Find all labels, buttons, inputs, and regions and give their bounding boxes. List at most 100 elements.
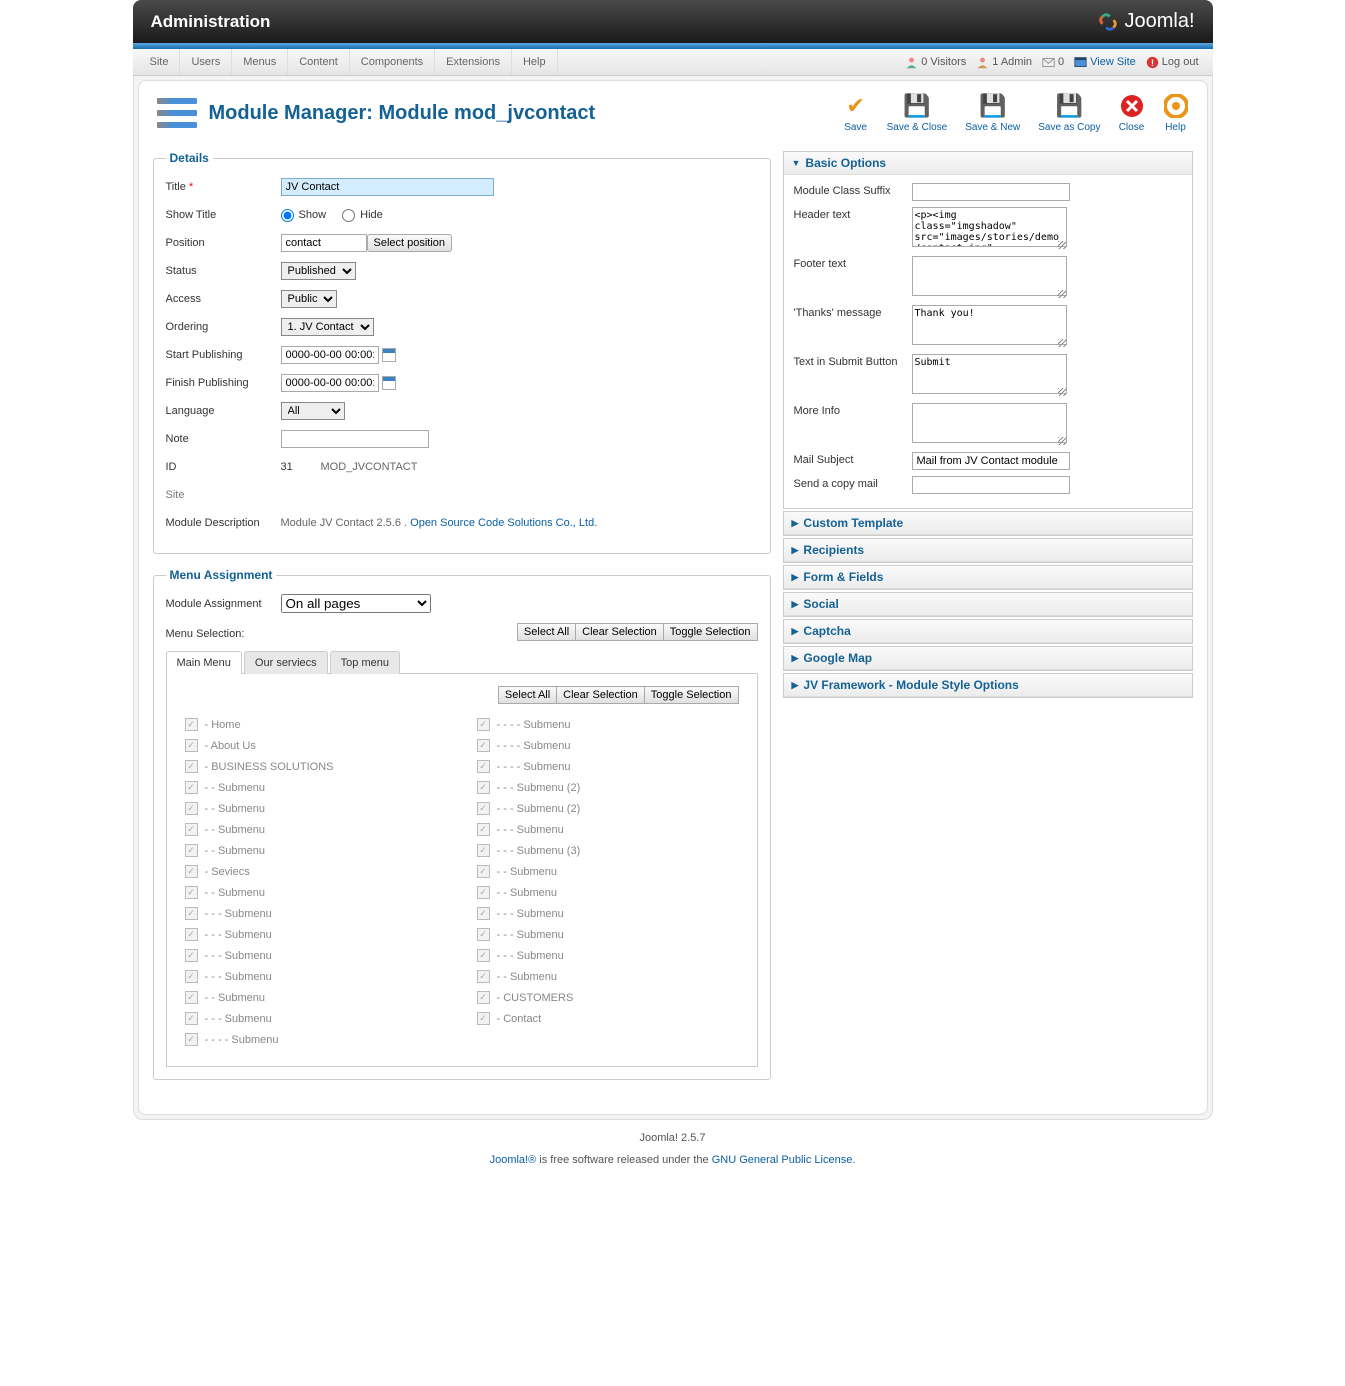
clear-selection-button[interactable]: Clear Selection: [575, 623, 664, 641]
save-new-button[interactable]: 💾Save & New: [965, 93, 1020, 133]
license-link[interactable]: GNU General Public License.: [712, 1154, 856, 1166]
show-radio[interactable]: [281, 209, 294, 222]
tab-main-menu[interactable]: Main Menu: [166, 651, 242, 674]
more-info-input[interactable]: [912, 403, 1067, 443]
checkbox-icon[interactable]: ✓: [477, 970, 490, 983]
checkbox-icon[interactable]: ✓: [477, 907, 490, 920]
checkbox-icon[interactable]: ✓: [185, 886, 198, 899]
menu-item-extensions[interactable]: Extensions: [435, 49, 512, 75]
checkbox-icon[interactable]: ✓: [477, 928, 490, 941]
calendar-icon[interactable]: [382, 376, 396, 390]
calendar-icon[interactable]: [382, 348, 396, 362]
hide-radio[interactable]: [342, 209, 355, 222]
finish-pub-input[interactable]: [281, 374, 379, 392]
checkbox-icon[interactable]: ✓: [477, 886, 490, 899]
checkbox-icon[interactable]: ✓: [477, 991, 490, 1004]
select-all-button[interactable]: Select All: [517, 623, 576, 641]
assignment-select[interactable]: On all pages: [281, 594, 431, 613]
menu-item-site[interactable]: Site: [139, 49, 181, 75]
checkbox-icon[interactable]: ✓: [185, 865, 198, 878]
toggle-selection-button-inner[interactable]: Toggle Selection: [644, 686, 739, 704]
menu-item-help[interactable]: Help: [512, 49, 558, 75]
checkbox-icon[interactable]: ✓: [185, 760, 198, 773]
panel-header[interactable]: ▶Google Map: [784, 647, 1192, 670]
clear-selection-button-inner[interactable]: Clear Selection: [556, 686, 645, 704]
panel-header[interactable]: ▶Form & Fields: [784, 566, 1192, 589]
tab-top-menu[interactable]: Top menu: [330, 651, 400, 674]
checkbox-icon[interactable]: ✓: [185, 1012, 198, 1025]
checkbox-icon[interactable]: ✓: [185, 991, 198, 1004]
thanks-input[interactable]: Thank you!: [912, 305, 1067, 345]
thanks-label: 'Thanks' message: [794, 305, 912, 348]
footer: Joomla! 2.5.7 Joomla!® is free software …: [133, 1120, 1213, 1178]
status-select[interactable]: Published: [281, 262, 356, 280]
access-select[interactable]: Public: [281, 290, 337, 308]
checkbox-icon[interactable]: ✓: [477, 823, 490, 836]
language-select[interactable]: All: [281, 402, 345, 420]
help-button[interactable]: Help: [1163, 93, 1189, 133]
submit-text-input[interactable]: Submit: [912, 354, 1067, 394]
checkbox-icon[interactable]: ✓: [185, 781, 198, 794]
copy-mail-input[interactable]: [912, 476, 1070, 494]
checkbox-icon[interactable]: ✓: [185, 928, 198, 941]
position-input[interactable]: [281, 234, 367, 252]
menu-selection-item: ✓- - Submenu: [185, 991, 447, 1004]
panel-header[interactable]: ▶Recipients: [784, 539, 1192, 562]
suffix-input[interactable]: [912, 183, 1070, 201]
checkbox-icon[interactable]: ✓: [185, 823, 198, 836]
note-input[interactable]: [281, 430, 429, 448]
checkbox-icon[interactable]: ✓: [477, 1012, 490, 1025]
checkbox-icon[interactable]: ✓: [185, 970, 198, 983]
checkbox-icon[interactable]: ✓: [477, 739, 490, 752]
checkbox-icon[interactable]: ✓: [185, 1033, 198, 1046]
checkbox-icon[interactable]: ✓: [185, 718, 198, 731]
panel-header[interactable]: ▶Captcha: [784, 620, 1192, 643]
save-copy-button[interactable]: 💾Save as Copy: [1038, 93, 1100, 133]
menu-item-menus[interactable]: Menus: [232, 49, 288, 75]
checkbox-icon[interactable]: ✓: [185, 739, 198, 752]
mail-subject-input[interactable]: [912, 452, 1070, 470]
desc-link[interactable]: Open Source Code Solutions Co., Ltd.: [410, 517, 597, 529]
checkbox-icon[interactable]: ✓: [477, 865, 490, 878]
mail-subject-label: Mail Subject: [794, 452, 912, 470]
view-site-link[interactable]: View Site: [1074, 56, 1136, 69]
save-close-button[interactable]: 💾Save & Close: [887, 93, 948, 133]
checkbox-icon[interactable]: ✓: [185, 949, 198, 962]
footer-brand-link[interactable]: Joomla!®: [490, 1154, 537, 1166]
save-button[interactable]: ✔Save: [843, 93, 869, 133]
panel-header[interactable]: ▶Custom Template: [784, 512, 1192, 535]
panel-header[interactable]: ▶JV Framework - Module Style Options: [784, 674, 1192, 697]
menu-item-components[interactable]: Components: [350, 49, 435, 75]
checkbox-icon[interactable]: ✓: [477, 844, 490, 857]
basic-options-header[interactable]: ▼Basic Options: [784, 152, 1192, 175]
close-button[interactable]: Close: [1119, 93, 1145, 133]
title-input[interactable]: [281, 178, 494, 196]
checkbox-icon[interactable]: ✓: [185, 844, 198, 857]
select-all-button-inner[interactable]: Select All: [498, 686, 557, 704]
checkbox-icon[interactable]: ✓: [185, 802, 198, 815]
site-icon: [1074, 56, 1087, 69]
submit-text-label: Text in Submit Button: [794, 354, 912, 397]
footer-text-input[interactable]: [912, 256, 1067, 296]
site-label: Site: [166, 489, 281, 501]
menu-item-content[interactable]: Content: [288, 49, 350, 75]
header-text-input[interactable]: <p><img class="imgshadow" src="images/st…: [912, 207, 1067, 247]
checkbox-icon[interactable]: ✓: [477, 718, 490, 731]
toggle-selection-button[interactable]: Toggle Selection: [663, 623, 758, 641]
messages-status[interactable]: 0: [1042, 56, 1064, 69]
checkbox-icon[interactable]: ✓: [477, 781, 490, 794]
panel-header[interactable]: ▶Social: [784, 593, 1192, 616]
note-label: Note: [166, 433, 281, 445]
start-pub-label: Start Publishing: [166, 349, 281, 361]
checkbox-icon[interactable]: ✓: [477, 949, 490, 962]
select-position-button[interactable]: Select position: [367, 234, 453, 252]
checkbox-icon[interactable]: ✓: [477, 760, 490, 773]
menu-column-1: ✓- Home✓- About Us✓- BUSINESS SOLUTIONS✓…: [185, 718, 447, 1054]
checkbox-icon[interactable]: ✓: [185, 907, 198, 920]
menu-item-users[interactable]: Users: [180, 49, 232, 75]
tab-our-serviecs[interactable]: Our serviecs: [244, 651, 328, 674]
checkbox-icon[interactable]: ✓: [477, 802, 490, 815]
ordering-select[interactable]: 1. JV Contact: [281, 318, 374, 336]
start-pub-input[interactable]: [281, 346, 379, 364]
logout-link[interactable]: !Log out: [1146, 56, 1199, 69]
